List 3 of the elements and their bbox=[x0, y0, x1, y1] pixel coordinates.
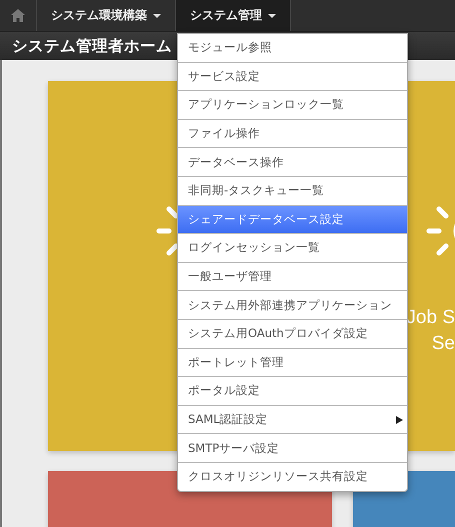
tile-label: Se bbox=[432, 333, 455, 355]
tile-label: Job S bbox=[406, 307, 455, 329]
page-title: システム管理者ホーム bbox=[12, 36, 172, 56]
